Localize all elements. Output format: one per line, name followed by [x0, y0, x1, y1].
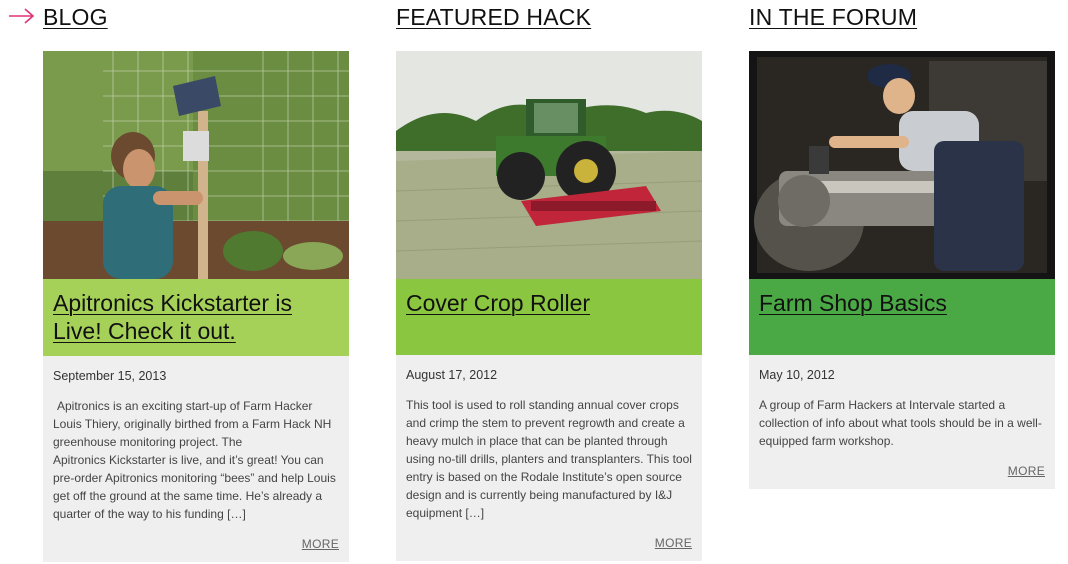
blog-excerpt: Apitronics is an exciting start-up of Fa…	[53, 397, 339, 523]
section-title-featured-hack[interactable]: FEATURED HACK	[396, 1, 702, 33]
forum-card-body: May 10, 2012 A group of Farm Hackers at …	[749, 355, 1055, 489]
forum-excerpt: A group of Farm Hackers at Intervale sta…	[759, 398, 1042, 448]
section-title-blog[interactable]: BLOG	[43, 1, 349, 33]
featured-hack-card: Cover Crop Roller August 17, 2012 This t…	[396, 51, 702, 561]
featured-hack-image[interactable]	[396, 51, 702, 279]
forum-headline-link[interactable]: Farm Shop Basics	[759, 290, 947, 316]
featured-hack-more-link[interactable]: MORE	[655, 536, 692, 550]
forum-headline: Farm Shop Basics	[749, 279, 1055, 355]
blog-excerpt-line-2: Apitronics Kickstarter is live, and it’s…	[53, 453, 336, 521]
featured-hack-column: FEATURED HACK Cover Crop Roller August 1…	[396, 0, 702, 561]
forum-column: IN THE FORUM Farm Shop Basics May 10, 20…	[749, 0, 1055, 489]
featured-hack-headline-link[interactable]: Cover Crop Roller	[406, 290, 590, 316]
forum-card: Farm Shop Basics May 10, 2012 A group of…	[749, 51, 1055, 489]
forum-more-link[interactable]: MORE	[1008, 464, 1045, 478]
blog-card: Apitronics Kickstarter is Live! Check it…	[43, 51, 349, 562]
featured-hack-date: August 17, 2012	[406, 368, 498, 382]
featured-hack-card-body: August 17, 2012 This tool is used to rol…	[396, 355, 702, 561]
blog-card-body: September 15, 2013 Apitronics is an exci…	[43, 356, 349, 562]
blog-more-link[interactable]: MORE	[302, 537, 339, 551]
blog-post-image[interactable]	[43, 51, 349, 279]
blog-headline: Apitronics Kickstarter is Live! Check it…	[43, 279, 349, 356]
blog-headline-link[interactable]: Apitronics Kickstarter is Live! Check it…	[53, 290, 292, 344]
featured-hack-excerpt: This tool is used to roll standing annua…	[406, 398, 692, 520]
forum-post-image[interactable]	[749, 51, 1055, 279]
arrow-right-icon	[9, 8, 35, 24]
forum-date: May 10, 2012	[759, 368, 835, 382]
blog-date: September 15, 2013	[53, 369, 167, 383]
featured-hack-headline: Cover Crop Roller	[396, 279, 702, 355]
blog-column: BLOG Apitronics Kickstarter is Live! Che…	[43, 0, 349, 562]
blog-excerpt-line-1: Apitronics is an exciting start-up of Fa…	[53, 399, 332, 449]
section-title-forum[interactable]: IN THE FORUM	[749, 1, 1055, 33]
